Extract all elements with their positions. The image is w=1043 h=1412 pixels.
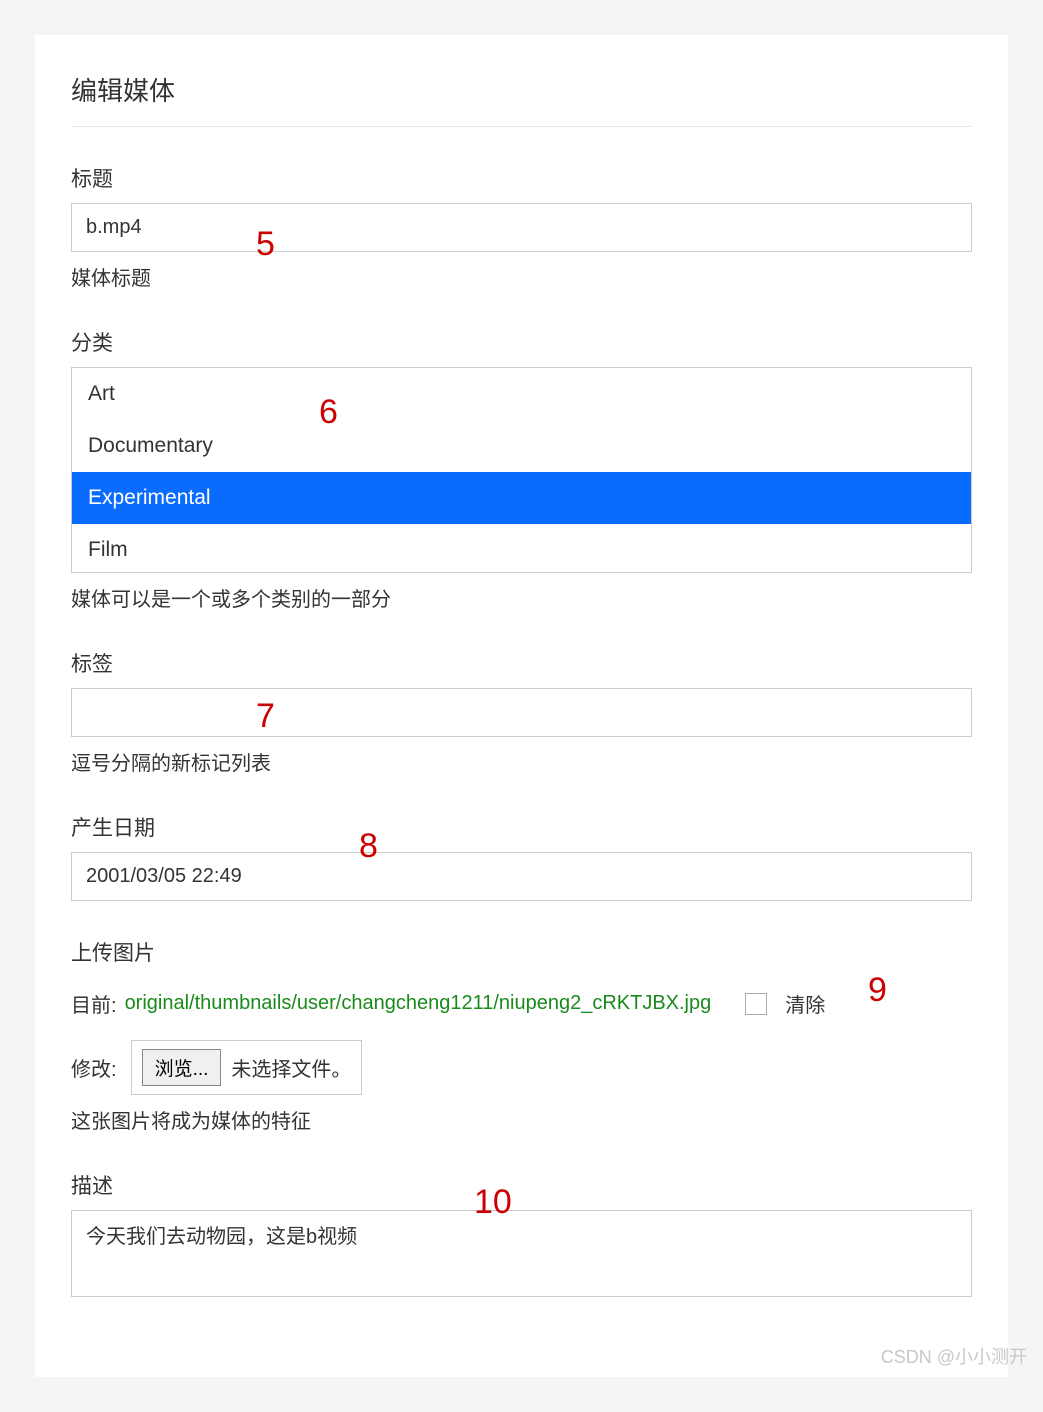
clear-checkbox[interactable] bbox=[745, 993, 767, 1015]
date-group: 产生日期 bbox=[71, 812, 972, 901]
title-group: 标题 媒体标题 bbox=[71, 163, 972, 291]
upload-group: 上传图片 目前: original/thumbnails/user/changc… bbox=[71, 937, 972, 1134]
page-title: 编辑媒体 bbox=[71, 71, 972, 127]
modify-label: 修改: bbox=[71, 1053, 117, 1082]
category-option-art[interactable]: Art bbox=[72, 368, 971, 420]
annotation-5: 5 bbox=[256, 225, 275, 264]
upload-modify-row: 修改: 浏览... 未选择文件。 bbox=[71, 1040, 972, 1095]
title-label: 标题 bbox=[71, 163, 972, 193]
date-label: 产生日期 bbox=[71, 812, 972, 842]
title-help: 媒体标题 bbox=[71, 262, 972, 291]
annotation-7: 7 bbox=[256, 697, 275, 736]
upload-help: 这张图片将成为媒体的特征 bbox=[71, 1105, 972, 1134]
current-file-link[interactable]: original/thumbnails/user/changcheng1211/… bbox=[125, 992, 712, 1015]
category-select[interactable]: Art Documentary Experimental Film bbox=[71, 367, 972, 573]
tags-help: 逗号分隔的新标记列表 bbox=[71, 747, 972, 776]
upload-current-row: 目前: original/thumbnails/user/changcheng1… bbox=[71, 989, 972, 1018]
category-option-film[interactable]: Film bbox=[72, 524, 971, 573]
browse-button[interactable]: 浏览... bbox=[142, 1049, 222, 1086]
watermark: CSDN @小小测开 bbox=[881, 1343, 1027, 1369]
description-label: 描述 bbox=[71, 1170, 972, 1200]
category-option-documentary[interactable]: Documentary bbox=[72, 420, 971, 472]
category-group: 分类 Art Documentary Experimental Film 媒体可… bbox=[71, 327, 972, 612]
annotation-6: 6 bbox=[319, 393, 338, 432]
edit-media-card: 编辑媒体 标题 媒体标题 分类 Art Documentary Experime… bbox=[35, 35, 1008, 1377]
annotation-8: 8 bbox=[359, 827, 378, 866]
tags-label: 标签 bbox=[71, 648, 972, 678]
title-input[interactable] bbox=[71, 203, 972, 252]
annotation-10: 10 bbox=[474, 1183, 512, 1222]
tags-input[interactable] bbox=[71, 688, 972, 737]
annotation-9: 9 bbox=[868, 971, 887, 1010]
category-option-experimental[interactable]: Experimental bbox=[72, 472, 971, 524]
category-help: 媒体可以是一个或多个类别的一部分 bbox=[71, 583, 972, 612]
description-input[interactable] bbox=[71, 1210, 972, 1297]
no-file-text: 未选择文件。 bbox=[231, 1053, 351, 1082]
upload-label: 上传图片 bbox=[71, 937, 972, 967]
file-widget: 浏览... 未选择文件。 bbox=[131, 1040, 363, 1095]
tags-group: 标签 逗号分隔的新标记列表 bbox=[71, 648, 972, 776]
clear-label: 清除 bbox=[785, 989, 825, 1018]
date-input[interactable] bbox=[71, 852, 972, 901]
description-group: 描述 bbox=[71, 1170, 972, 1297]
current-label: 目前: bbox=[71, 989, 117, 1018]
category-label: 分类 bbox=[71, 327, 972, 357]
